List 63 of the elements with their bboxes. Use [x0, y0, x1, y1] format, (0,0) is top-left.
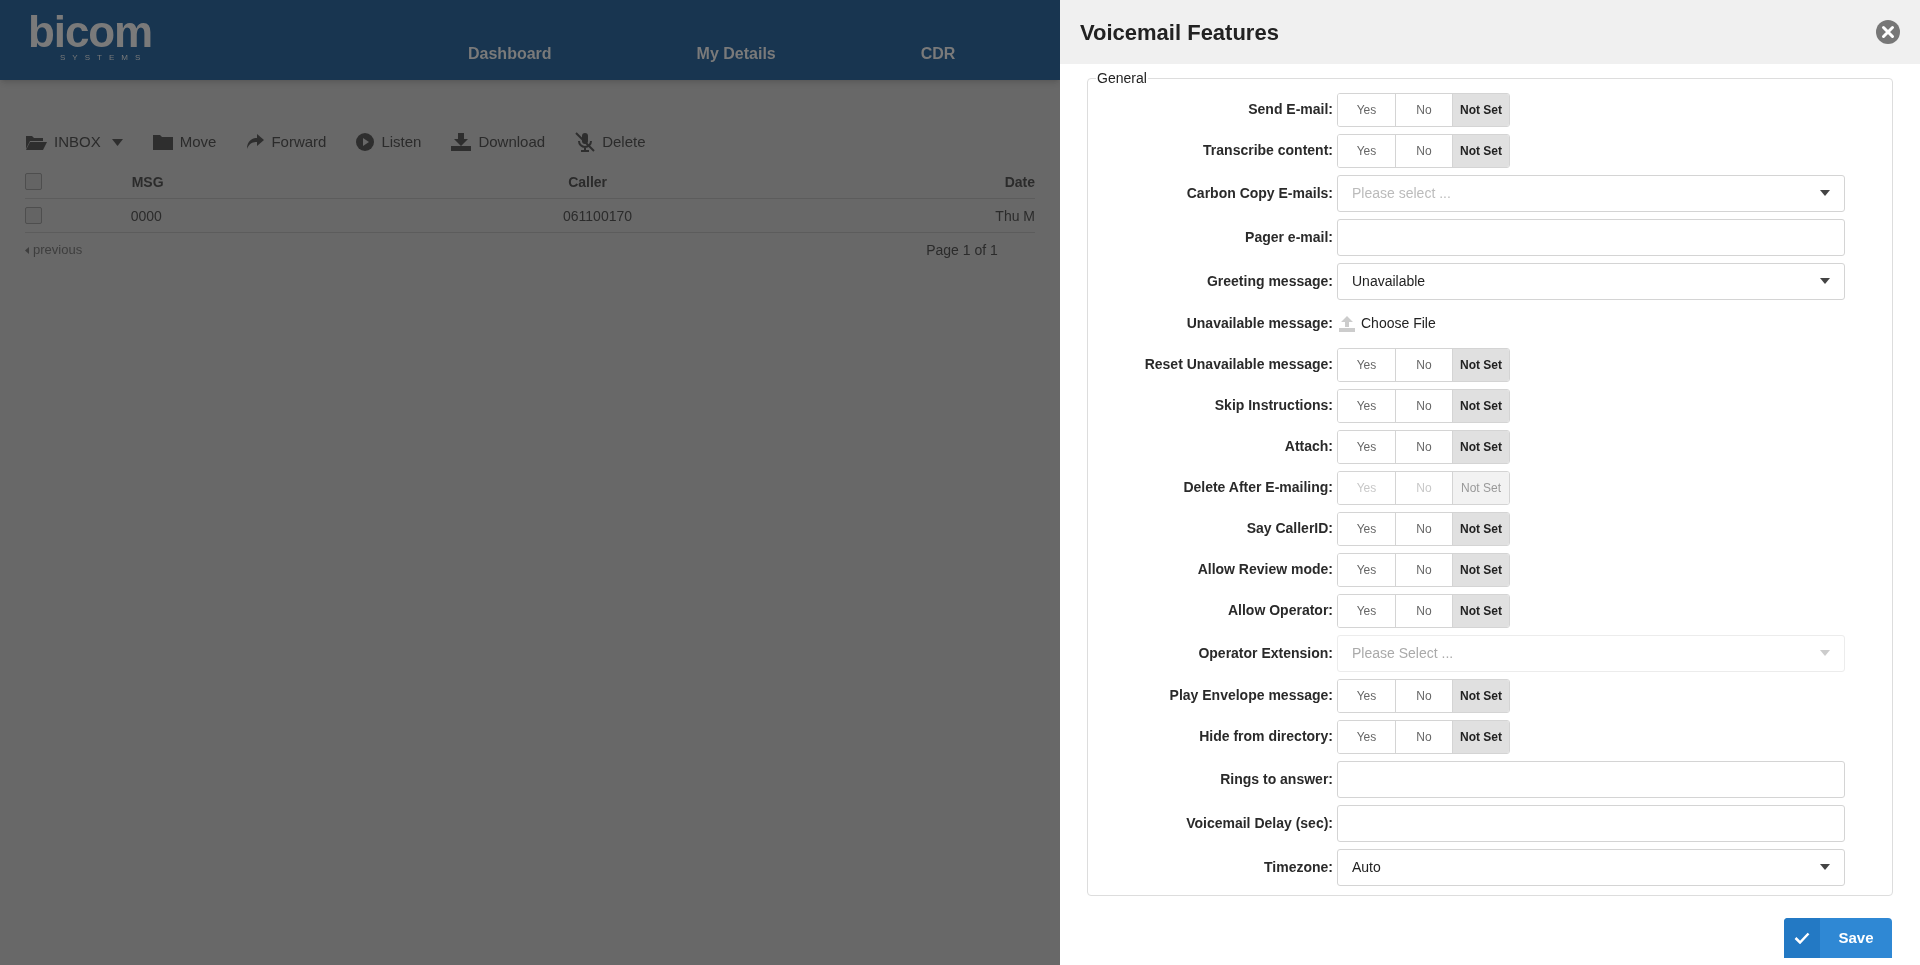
field-label: Operator Extension:	[1197, 643, 1333, 663]
field-label: Say CallerID:	[1245, 519, 1333, 538]
folder-icon	[25, 134, 47, 150]
field-label: Voicemail Delay (sec):	[1185, 813, 1333, 833]
field-label: Pager e-mail:	[1244, 227, 1333, 247]
input-field[interactable]	[1337, 218, 1845, 256]
field-label: Timezone:	[1263, 857, 1333, 877]
field-label: Carbon Copy E-mails:	[1185, 183, 1333, 203]
field-label: Allow Operator:	[1227, 601, 1333, 620]
column-header: Date	[1004, 173, 1035, 190]
table-cell: 0000	[130, 207, 162, 224]
checkbox[interactable]	[25, 207, 42, 224]
share-arrow-icon	[246, 134, 265, 150]
input-field[interactable]	[1337, 804, 1845, 842]
caret-icon	[1820, 864, 1830, 870]
page-indicator: Page 1 of 1	[926, 240, 998, 260]
checkbox[interactable]	[25, 173, 42, 190]
field-label: Unavailable message:	[1185, 314, 1333, 333]
folder-icon	[152, 134, 173, 150]
field-label: Allow Review mode:	[1196, 560, 1333, 579]
field-label: Attach:	[1283, 437, 1333, 456]
logo-tagline: SYSTEMS	[60, 52, 148, 64]
toggle-option[interactable]: Not Set	[1452, 679, 1509, 712]
upload-icon	[1339, 315, 1355, 332]
toggle-option[interactable]: Not Set	[1452, 553, 1509, 586]
field-label: Delete After E-mailing:	[1182, 478, 1333, 497]
panel-title: Voicemail Features	[1080, 18, 1279, 47]
muted-microphone-icon	[575, 132, 596, 152]
field-label: Greeting message:	[1205, 271, 1333, 291]
field-label: Transcribe content:	[1202, 141, 1333, 160]
choose-file-button[interactable]: Choose File	[1339, 313, 1436, 334]
column-header: Caller	[568, 173, 608, 190]
toggle-option[interactable]: Not Set	[1452, 134, 1509, 167]
field-label: Rings to answer:	[1219, 769, 1333, 789]
toggle-option[interactable]: Not Set	[1452, 430, 1509, 463]
caret-icon	[1820, 190, 1830, 196]
play-icon	[356, 133, 375, 151]
caret-icon	[1820, 650, 1830, 656]
check-icon	[1794, 932, 1810, 944]
field-label: Send E-mail:	[1247, 100, 1333, 119]
caret-left-icon	[25, 246, 29, 254]
field-label: Skip Instructions:	[1213, 396, 1333, 415]
caret-icon	[1820, 278, 1830, 284]
input-field[interactable]	[1337, 760, 1845, 798]
select-field[interactable]: Auto	[1337, 848, 1845, 886]
field-label: Play Envelope message:	[1168, 686, 1333, 705]
toggle-option[interactable]: Not Set	[1452, 512, 1509, 545]
logo-wordmark: bicom	[28, 12, 153, 52]
toggle-option[interactable]: Not Set	[1452, 594, 1509, 627]
toggle-option[interactable]: Not Set	[1452, 93, 1509, 126]
toggle-option[interactable]: Not Set	[1452, 720, 1509, 753]
close-icon[interactable]	[1876, 20, 1900, 44]
toggle-option[interactable]: Not Set	[1452, 389, 1509, 422]
select-field[interactable]: Unavailable	[1337, 262, 1845, 300]
table-cell: 061100170	[563, 207, 633, 224]
toggle-option[interactable]: Not Set	[1452, 348, 1509, 381]
field-label: Hide from directory:	[1198, 727, 1333, 746]
table-cell: Thu M	[995, 207, 1035, 224]
group-legend: General	[1096, 68, 1148, 89]
column-header: MSG	[131, 173, 164, 190]
download-icon	[451, 133, 472, 151]
field-label: Reset Unavailable message:	[1143, 355, 1333, 374]
save-button[interactable]: Save	[1784, 918, 1892, 958]
